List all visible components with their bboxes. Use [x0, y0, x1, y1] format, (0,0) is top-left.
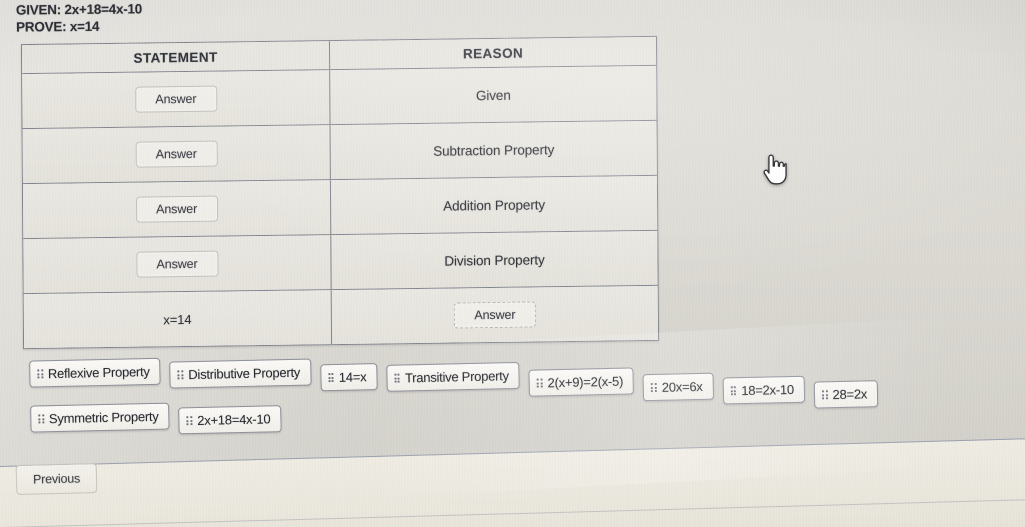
chip-28-equals-2x[interactable]: 28=2x — [813, 380, 879, 409]
chip-2x-plus-18-equals-4x-minus-10[interactable]: 2x+18=4x-10 — [178, 405, 282, 435]
screen-photo: GIVEN: 2x+18=4x-10 PROVE: x=14 STATEMENT… — [0, 0, 1025, 527]
chip-label: 14=x — [338, 369, 367, 385]
table-row: Answer Addition Property — [22, 175, 658, 240]
chip-symmetric-property[interactable]: Symmetric Property — [30, 402, 170, 433]
chip-reflexive-property[interactable]: Reflexive Property — [29, 357, 161, 388]
chip-row-2: Symmetric Property 2x+18=4x-10 — [30, 400, 291, 438]
given-line: GIVEN: 2x+18=4x-10 — [16, 0, 142, 18]
chip-18-equals-2x-minus-10[interactable]: 18=2x-10 — [722, 375, 806, 405]
statement-cell-3: Answer — [22, 180, 332, 239]
reason-text-1: Given — [475, 87, 511, 103]
statement-cell-1: Answer — [22, 70, 331, 129]
reason-text-2: Subtraction Property — [433, 141, 555, 159]
drag-grip-icon — [821, 390, 828, 400]
table-row: Answer Division Property — [23, 230, 658, 295]
reason-text-3: Addition Property — [443, 196, 546, 214]
statement-text-5: x=14 — [163, 311, 192, 327]
chip-label: 2x+18=4x-10 — [197, 411, 271, 428]
drag-grip-icon — [177, 370, 184, 380]
chip-label: 20x=6x — [661, 378, 703, 395]
chip-14-equals-x[interactable]: 14=x — [319, 363, 378, 392]
answer-dropzone-statement-2[interactable]: Answer — [135, 140, 218, 168]
two-column-proof-table: STATEMENT REASON Answer Given Answer Sub… — [20, 35, 660, 350]
prove-value: x=14 — [69, 18, 100, 35]
reason-cell-5: Answer — [332, 286, 658, 344]
drag-grip-icon — [730, 386, 737, 396]
header-cell-statement: STATEMENT — [21, 41, 331, 74]
chip-distributive-property[interactable]: Distributive Property — [169, 358, 312, 389]
proof-prompt: GIVEN: 2x+18=4x-10 PROVE: x=14 — [16, 0, 142, 35]
pointing-hand-cursor — [763, 154, 787, 185]
table-row: Answer Subtraction Property — [22, 120, 657, 185]
drag-grip-icon — [394, 373, 401, 383]
reason-cell-4: Division Property — [331, 231, 657, 289]
chip-label: Transitive Property — [404, 368, 509, 386]
statement-cell-4: Answer — [23, 235, 332, 294]
previous-button[interactable]: Previous — [15, 463, 98, 495]
reason-column-header: REASON — [462, 45, 524, 61]
drag-grip-icon — [37, 369, 44, 379]
answer-chip-tray: Reflexive Property Distributive Property… — [29, 339, 1006, 456]
chip-label: Reflexive Property — [47, 364, 150, 382]
chip-label: Distributive Property — [188, 364, 301, 383]
prove-label: PROVE: — [16, 19, 67, 35]
statement-cell-5: x=14 — [23, 290, 333, 349]
reason-cell-3: Addition Property — [331, 176, 657, 234]
answer-dropzone-statement-3[interactable]: Answer — [135, 195, 218, 223]
answer-dropzone-statement-1[interactable]: Answer — [134, 85, 217, 113]
chip-label: 2(x+9)=2(x-5) — [547, 373, 624, 391]
reason-text-4: Division Property — [444, 251, 545, 269]
drag-grip-icon — [651, 382, 657, 393]
drag-grip-icon — [186, 416, 193, 426]
answer-dropzone-reason-5[interactable]: Answer — [453, 301, 536, 329]
reason-cell-1: Given — [330, 66, 656, 124]
table-row: x=14 Answer — [23, 285, 659, 349]
prove-line: PROVE: x=14 — [16, 17, 142, 35]
table-row: Answer Given — [22, 65, 657, 130]
header-cell-reason: REASON — [330, 37, 656, 69]
given-value: 2x+18=4x-10 — [64, 1, 143, 18]
drag-grip-icon — [328, 372, 334, 383]
chip-20x-equals-6x[interactable]: 20x=6x — [642, 372, 714, 402]
chip-label: 18=2x-10 — [741, 381, 795, 399]
chip-2x-plus-9-equals-2x-minus-5[interactable]: 2(x+9)=2(x-5) — [528, 367, 635, 397]
chip-label: 28=2x — [832, 386, 868, 403]
statement-column-header: STATEMENT — [133, 49, 218, 66]
given-label: GIVEN: — [15, 2, 62, 18]
chip-transitive-property[interactable]: Transitive Property — [386, 361, 521, 392]
drag-grip-icon — [536, 378, 543, 388]
footer-divider — [0, 498, 1025, 527]
statement-cell-2: Answer — [22, 125, 331, 184]
reason-cell-2: Subtraction Property — [331, 121, 657, 179]
drag-grip-icon — [38, 414, 45, 424]
chip-label: Symmetric Property — [48, 408, 159, 427]
answer-dropzone-statement-4[interactable]: Answer — [135, 250, 219, 278]
